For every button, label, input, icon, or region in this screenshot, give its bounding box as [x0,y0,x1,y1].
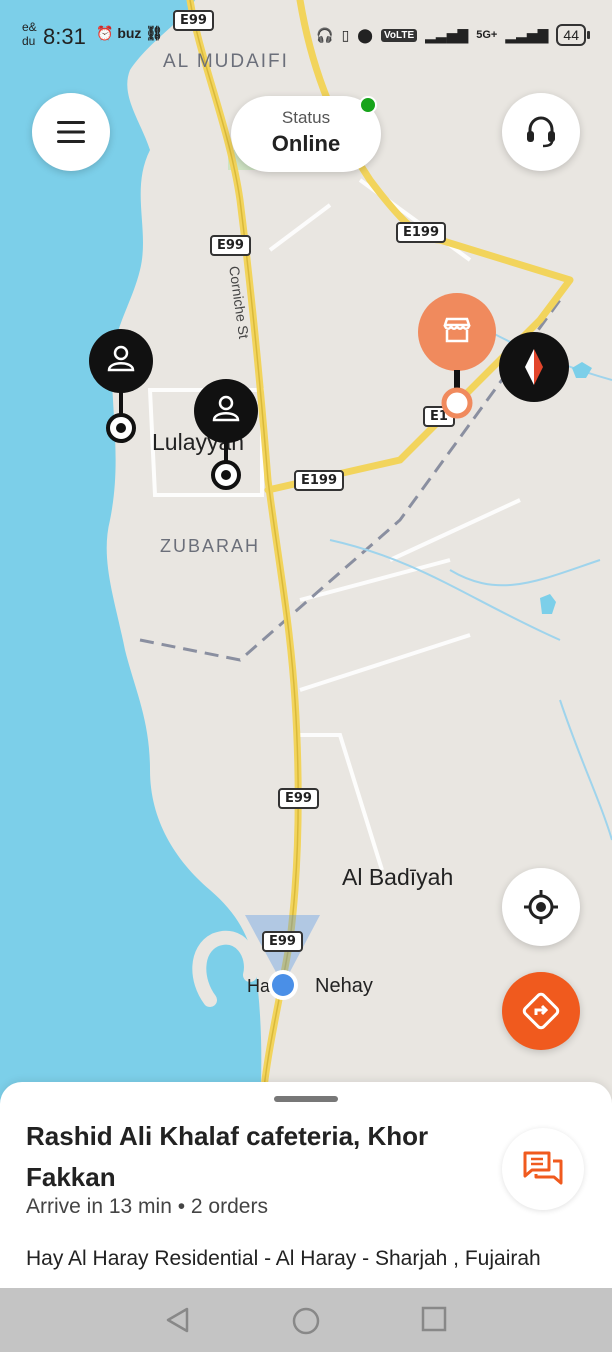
carrier-label: e& du [22,20,37,48]
road-shield-e199: E199 [396,222,447,243]
headphones-icon: 🎧 [316,26,334,43]
order-pickup-title: Rashid Ali Khalaf cafeteria, Khor Fakkan [26,1121,429,1192]
headset-icon [527,116,555,148]
back-triangle-icon[interactable] [164,1306,192,1334]
menu-button[interactable] [32,93,110,171]
map-label-nehay: Nehay [315,975,373,997]
recenter-button[interactable] [502,868,580,946]
online-status-toggle[interactable]: Status Online [231,96,381,172]
signal-icon: ▂▃▅▇ [425,26,469,43]
customer-pin[interactable] [88,328,154,444]
link-icon: ⛓ [145,25,164,41]
order-bottom-sheet[interactable]: Rashid Ali Khalaf cafeteria, Khor Fakkan… [0,1082,612,1288]
buz-icon: buz [117,25,142,41]
system-navigation-bar [0,1288,612,1352]
hamburger-menu-icon [57,121,85,143]
volte-icon: VoLTE [380,28,418,42]
compass-button[interactable] [499,332,569,402]
order-address: Hay Al Haray Residential - Al Haray - Sh… [26,1247,541,1270]
support-button[interactable] [502,93,580,171]
road-shield-e99: E99 [278,788,319,809]
recents-square-icon[interactable] [421,1306,447,1332]
notification-icons: ⏰ buz ⛓ [96,25,163,42]
chat-bubbles-icon [523,1151,563,1185]
road-shield-e199: E199 [294,470,345,491]
online-indicator-dot [359,96,377,114]
my-location-dot [268,970,298,1000]
location-icon: ⬤ [357,26,373,43]
map-label-al-badiyah: Al Badīyah [342,864,454,890]
navigate-diamond-icon [522,992,560,1030]
vibrate-icon: ▯ [341,26,350,43]
compass-icon [525,349,543,385]
status-label: Status [281,108,331,127]
alarm-icon: ⏰ [96,25,114,41]
road-shield-e99: E99 [262,931,303,952]
status-value: Online [271,131,341,156]
network-type: 5G+ [476,29,498,41]
store-pin[interactable] [417,292,497,420]
status-icons: 🎧 ▯ ⬤ VoLTE ▂▃▅▇ 5G+ ▂▃▅▇ 44 [316,24,590,46]
status-bar: e& du 8:31 ⏰ buz ⛓ 🎧 ▯ ⬤ VoLTE ▂▃▅▇ 5G+ ▂… [0,0,612,70]
battery-icon: 44 [556,24,590,46]
crosshair-icon [524,890,558,924]
sheet-drag-handle[interactable] [274,1096,338,1102]
customer-pin[interactable] [193,378,259,494]
clock: 8:31 [43,24,86,49]
chat-button[interactable] [502,1128,584,1210]
road-shield-e99: E99 [210,235,251,256]
map-label-zubarah: ZUBARAH [160,536,261,556]
signal-icon-2: ▂▃▅▇ [505,26,549,43]
order-eta-summary: Arrive in 13 min • 2 orders [26,1195,268,1218]
home-circle-icon[interactable] [291,1306,321,1336]
navigate-button[interactable] [502,972,580,1050]
